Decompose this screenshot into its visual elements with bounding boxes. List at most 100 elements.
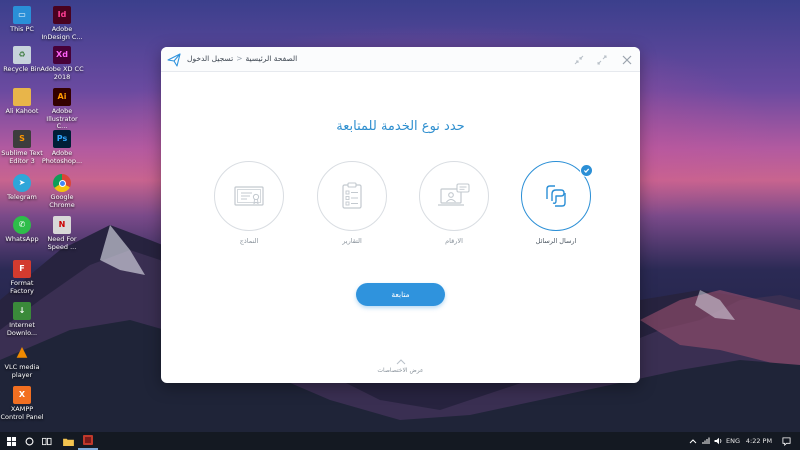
desktop-icon-photoshop[interactable]: Ps Adobe Photoshop...: [40, 130, 84, 165]
breadcrumb-current: تسجيل الدخول: [187, 54, 234, 63]
option-label: النماذج: [239, 237, 259, 245]
option-circle: [317, 161, 387, 231]
message-hand-icon: [546, 185, 566, 207]
desktop-icon-vlc[interactable]: ▲ VLC media player: [0, 344, 44, 379]
format-factory-icon: F: [13, 260, 31, 278]
clipboard-report-icon: [342, 182, 362, 209]
telegram-icon: ➤: [13, 174, 31, 192]
vlc-icon: ▲: [16, 344, 28, 361]
desktop-icon-label: Sublime Text Editor 3: [1, 149, 43, 165]
start-button[interactable]: [2, 432, 20, 450]
desktop-icon-label: Adobe Photoshop...: [41, 149, 83, 165]
folder-icon: [62, 438, 74, 446]
window-titlebar: الصفحة الرئيسية<تسجيل الدخول: [161, 47, 640, 72]
desktop-icon-label: Recycle Bin: [3, 65, 41, 73]
certificate-icon: [234, 186, 264, 206]
desktop-icon-illustrator[interactable]: Ai Adobe Illustrator C...: [40, 88, 84, 131]
desktop-icon-label: Format Factory: [10, 279, 34, 295]
option-reports[interactable]: التقارير: [317, 161, 387, 245]
desktop-icons: ▭ This PC Id Adobe InDesign C... ♻ Recyc…: [0, 0, 110, 430]
breadcrumb: الصفحة الرئيسية<تسجيل الدخول: [187, 54, 297, 63]
taskbar: ENG 4:22 PM: [0, 432, 800, 450]
search-button[interactable]: [20, 432, 38, 450]
option-circle: [214, 161, 284, 231]
app-window: الصفحة الرئيسية<تسجيل الدخول حدد نوع الخ…: [161, 47, 640, 383]
show-specialties-label: عرض الاختصاصات: [377, 367, 424, 374]
desktop-icon-indesign[interactable]: Id Adobe InDesign C...: [40, 6, 84, 41]
desktop-icon-label: VLC media player: [4, 363, 40, 379]
tray-chevron[interactable]: [686, 432, 700, 450]
desktop-icon-chrome[interactable]: Google Chrome: [40, 174, 84, 209]
show-specialties-toggle[interactable]: عرض الاختصاصات: [161, 359, 640, 374]
desktop-icon-label: WhatsApp: [5, 235, 39, 243]
option-numbers[interactable]: الارقام: [419, 161, 489, 245]
illustrator-icon: Ai: [53, 88, 71, 106]
desktop-icon-label: XAMPP Control Panel: [0, 405, 44, 421]
desktop-icon-idm[interactable]: ↓ Internet Downlo...: [0, 302, 44, 337]
desktop-icon-nfs[interactable]: N Need For Speed ...: [40, 216, 84, 251]
desktop-icon-label: Adobe XD CC 2018: [40, 65, 84, 81]
option-label: ارسال الرسائل: [535, 237, 577, 245]
recycle-bin-icon: ♻: [13, 46, 31, 64]
desktop-icon-adobe-xd[interactable]: Xd Adobe XD CC 2018: [40, 46, 84, 81]
continue-button[interactable]: متابعة: [356, 283, 445, 306]
tray-clock[interactable]: 4:22 PM: [742, 432, 776, 450]
desktop-icon-label: Telegram: [7, 193, 37, 201]
option-send-messages[interactable]: ارسال الرسائل: [521, 161, 593, 245]
chevron-up-icon: [689, 438, 697, 443]
task-view-button[interactable]: [38, 432, 56, 450]
desktop-icon-label: Adobe InDesign C...: [41, 25, 83, 41]
indesign-icon: Id: [53, 6, 71, 24]
desktop-icon-label: This PC: [10, 25, 34, 33]
close-icon[interactable]: [620, 53, 634, 67]
tray-notifications[interactable]: [778, 432, 794, 450]
desktop-icon-recycle-bin[interactable]: ♻ Recycle Bin: [0, 46, 44, 74]
desktop-icon-label: Google Chrome: [49, 193, 75, 209]
desktop-icon-xampp[interactable]: X XAMPP Control Panel: [0, 386, 44, 421]
speaker-icon: [714, 437, 721, 445]
breadcrumb-home[interactable]: الصفحة الرئيسية: [246, 54, 298, 63]
chrome-icon: [53, 174, 71, 192]
chevron-up-icon: [396, 359, 405, 365]
breadcrumb-separator: <: [236, 54, 243, 63]
taskbar-file-explorer[interactable]: [58, 432, 78, 450]
option-label: التقارير: [342, 237, 362, 245]
minimize-icon[interactable]: [572, 53, 586, 67]
xampp-icon: X: [13, 386, 31, 404]
folder-icon: [13, 88, 31, 106]
sublime-text-icon: S: [13, 130, 31, 148]
laptop-chat-icon: [438, 183, 470, 206]
option-forms[interactable]: النماذج: [214, 161, 284, 245]
tray-volume[interactable]: [712, 432, 724, 450]
nfs-icon: N: [53, 216, 71, 234]
desktop-icon-format-factory[interactable]: F Format Factory: [0, 260, 44, 295]
computer-icon: ▭: [13, 6, 31, 24]
desktop-icon-telegram[interactable]: ➤ Telegram: [0, 174, 44, 202]
desktop-icon-label: Ali Kahoot: [5, 107, 39, 115]
adobe-xd-icon: Xd: [53, 46, 71, 64]
tray-language[interactable]: ENG: [724, 432, 742, 450]
photoshop-icon: Ps: [53, 130, 71, 148]
idm-icon: ↓: [13, 302, 31, 320]
taskbar-active-app[interactable]: [78, 432, 98, 450]
option-circle: [419, 161, 489, 231]
option-circle: [521, 161, 593, 231]
app-icon: [83, 435, 93, 445]
desktop-icon-label: Internet Downlo...: [6, 321, 38, 337]
tray-network[interactable]: [700, 432, 712, 450]
action-center-icon: [781, 436, 791, 446]
desktop-icon-sublime[interactable]: S Sublime Text Editor 3: [0, 130, 44, 165]
selected-check-icon: [580, 164, 593, 177]
desktop-icon-whatsapp[interactable]: ✆ WhatsApp: [0, 216, 44, 244]
whatsapp-icon: ✆: [13, 216, 31, 234]
windows-logo-icon: [6, 436, 16, 446]
page-heading: حدد نوع الخدمة للمتابعة: [336, 119, 465, 134]
desktop-icon-label: Need For Speed ...: [47, 235, 77, 251]
maximize-icon[interactable]: [595, 53, 609, 67]
network-icon: [702, 437, 709, 444]
desktop-icon-this-pc[interactable]: ▭ This PC: [0, 6, 44, 34]
desktop-icon-ali-kahoot[interactable]: Ali Kahoot: [0, 88, 44, 116]
cortana-icon: [25, 437, 33, 445]
send-icon: [167, 53, 181, 67]
option-label: الارقام: [445, 237, 463, 245]
